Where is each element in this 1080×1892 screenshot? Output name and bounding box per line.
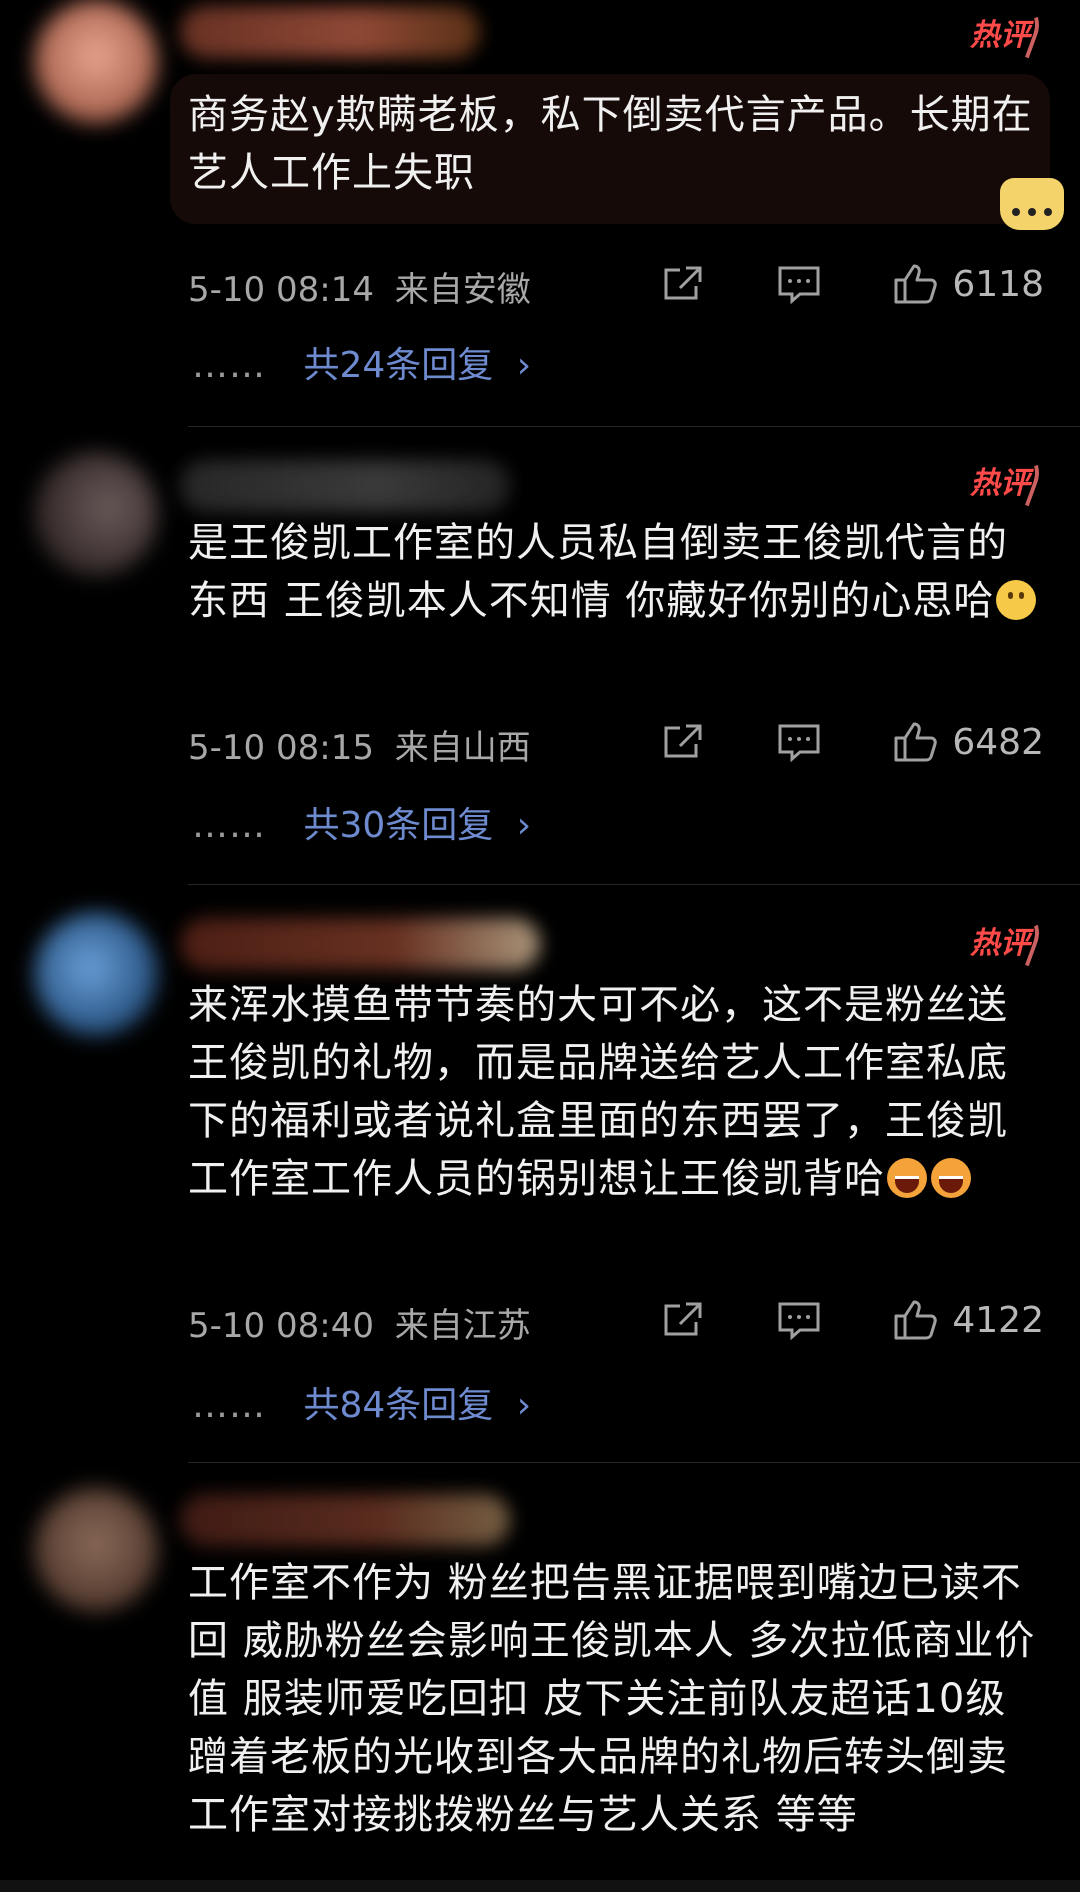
comment-location: 来自山西 [394, 728, 531, 768]
replies-dots: …… [192, 345, 266, 386]
hot-comment-badge: 热评 [960, 1, 1046, 59]
comment-text: 是王俊凯工作室的人员私自倒卖王俊凯代言的东西 王俊凯本人不知情 你藏好你别的心思… [188, 514, 1048, 630]
share-icon[interactable] [660, 264, 706, 304]
comment-meta: 5-10 08:14 来自安徽 [188, 262, 531, 311]
comment-text: 商务赵y欺瞒老板，私下倒卖代言产品。长期在艺人工作上失职 [188, 92, 1033, 196]
like-button[interactable]: 6482 [892, 720, 1044, 764]
replies-dots: …… [192, 1385, 266, 1426]
comment-location: 来自安徽 [394, 270, 531, 310]
divider [188, 884, 1080, 885]
share-icon[interactable] [660, 722, 706, 762]
comment-text-content: 是王俊凯工作室的人员私自倒卖王俊凯代言的东西 王俊凯本人不知情 你藏好你别的心思… [188, 520, 1008, 624]
divider [188, 1462, 1080, 1463]
replies-link[interactable]: …… 共84条回复 › [192, 1376, 531, 1428]
like-button[interactable]: 4122 [892, 1298, 1044, 1342]
comment-time: 5-10 08:40 [188, 1306, 374, 1346]
replies-link[interactable]: …… 共30条回复 › [192, 796, 531, 848]
avatar[interactable] [34, 452, 158, 576]
comment-item: 热评 来浑水摸鱼带节奏的大可不必，这不是粉丝送王俊凯的礼物，而是品牌送给艺人工作… [0, 888, 1080, 1466]
emoji-laugh-icon [887, 1158, 927, 1198]
avatar[interactable] [34, 912, 158, 1036]
comment-actions: 6482 [660, 720, 1044, 764]
emoji-smile-icon [996, 580, 1037, 620]
like-icon [892, 1298, 938, 1342]
bubble-decoration-icon [1000, 178, 1064, 230]
comment-icon[interactable] [776, 264, 822, 304]
bottom-edge [0, 1880, 1080, 1892]
comment-actions: 6118 [660, 262, 1044, 306]
comment-item: 工作室不作为 粉丝把告黑证据喂到嘴边已读不回 威胁粉丝会影响王俊凯本人 多次拉低… [0, 1466, 1080, 1892]
comment-actions: 4122 [660, 1298, 1044, 1342]
comment-icon[interactable] [776, 1300, 822, 1340]
comment-meta: 5-10 08:40 来自江苏 [188, 1298, 531, 1347]
comment-item: 热评 商务赵y欺瞒老板，私下倒卖代言产品。长期在艺人工作上失职 5-10 08:… [0, 0, 1080, 430]
replies-count: 共84条回复 [303, 1385, 494, 1426]
comment-text: 来浑水摸鱼带节奏的大可不必，这不是粉丝送王俊凯的礼物，而是品牌送给艺人工作室私底… [188, 976, 1048, 1208]
username-blurred[interactable] [180, 918, 540, 970]
comment-icon[interactable] [776, 722, 822, 762]
username-blurred[interactable] [180, 460, 510, 512]
share-icon[interactable] [660, 1300, 706, 1340]
replies-count: 共30条回复 [303, 805, 494, 846]
username-blurred[interactable] [180, 6, 480, 58]
like-button[interactable]: 6118 [892, 262, 1044, 306]
replies-link[interactable]: …… 共24条回复 › [192, 336, 531, 388]
replies-count: 共24条回复 [303, 345, 494, 386]
divider [188, 426, 1080, 427]
comment-text: 工作室不作为 粉丝把告黑证据喂到嘴边已读不回 威胁粉丝会影响王俊凯本人 多次拉低… [188, 1560, 1036, 1838]
hot-comment-badge: 热评 [960, 909, 1046, 967]
hot-comment-badge: 热评 [960, 449, 1046, 507]
comment-text-content: 来浑水摸鱼带节奏的大可不必，这不是粉丝送王俊凯的礼物，而是品牌送给艺人工作室私底… [188, 982, 1008, 1202]
like-icon [892, 262, 938, 306]
like-count: 4122 [952, 1299, 1044, 1341]
comment-meta: 5-10 08:15 来自山西 [188, 720, 531, 769]
avatar[interactable] [34, 0, 158, 124]
comment-time: 5-10 08:14 [188, 270, 374, 310]
comment-location: 来自江苏 [394, 1306, 531, 1346]
comment-time: 5-10 08:15 [188, 728, 374, 768]
comment-item: 热评 是王俊凯工作室的人员私自倒卖王俊凯代言的东西 王俊凯本人不知情 你藏好你别… [0, 430, 1080, 888]
emoji-laugh-icon [931, 1158, 971, 1198]
chevron-right-icon: › [516, 805, 532, 846]
like-count: 6118 [952, 263, 1044, 305]
avatar[interactable] [34, 1488, 158, 1612]
like-count: 6482 [952, 721, 1044, 763]
replies-dots: …… [192, 805, 266, 846]
chevron-right-icon: › [516, 345, 532, 386]
like-icon [892, 720, 938, 764]
username-blurred[interactable] [180, 1494, 510, 1546]
chevron-right-icon: › [516, 1385, 532, 1426]
